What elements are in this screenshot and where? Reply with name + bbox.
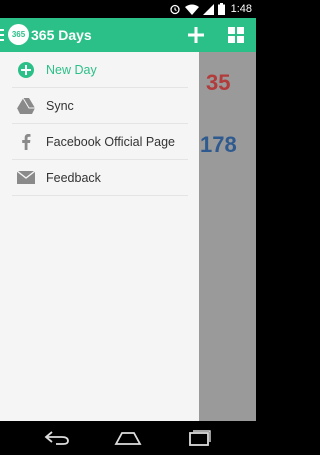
- add-button[interactable]: [185, 24, 207, 46]
- back-icon: [44, 431, 69, 445]
- navigation-drawer: New Day Sync Facebook Official Page Feed…: [0, 52, 199, 421]
- plus-icon: [188, 27, 204, 43]
- signal-icon: [202, 3, 214, 15]
- drawer-item-label: Feedback: [46, 170, 101, 185]
- recents-button[interactable]: [184, 427, 214, 449]
- alarm-icon: [169, 4, 180, 15]
- count-value: 35: [206, 70, 231, 95]
- grid-view-button[interactable]: [226, 25, 246, 45]
- status-time: 1:48: [230, 3, 252, 15]
- status-bar: 1:48: [0, 0, 256, 18]
- drawer-item-label: New Day: [46, 62, 97, 77]
- drawer-toggle-icon[interactable]: [0, 29, 4, 41]
- drive-icon: [16, 96, 36, 116]
- app-logo[interactable]: 365: [8, 24, 29, 45]
- recents-icon: [189, 430, 211, 446]
- drawer-item-facebook[interactable]: Facebook Official Page: [12, 124, 188, 160]
- back-button[interactable]: [42, 427, 72, 449]
- wifi-icon: [184, 4, 199, 15]
- home-icon: [114, 432, 142, 445]
- app-bar: 365 365 Days: [0, 18, 256, 52]
- drawer-item-label: Facebook Official Page: [46, 134, 176, 149]
- drawer-item-new-day[interactable]: New Day: [12, 52, 188, 88]
- facebook-icon: [16, 132, 36, 152]
- app-title: 365 Days: [31, 27, 92, 43]
- status-icons: 1:48: [169, 2, 252, 16]
- drawer-item-feedback[interactable]: Feedback: [12, 160, 188, 196]
- drawer-item-label: Sync: [46, 98, 74, 113]
- drawer-item-sync[interactable]: Sync: [12, 88, 188, 124]
- mail-icon: [16, 168, 36, 188]
- home-button[interactable]: [113, 427, 143, 449]
- count-value: 178: [200, 132, 237, 157]
- grid-icon: [228, 27, 244, 43]
- add-circle-icon: [16, 60, 36, 80]
- system-nav-bar: [0, 421, 256, 455]
- battery-icon: [217, 3, 225, 15]
